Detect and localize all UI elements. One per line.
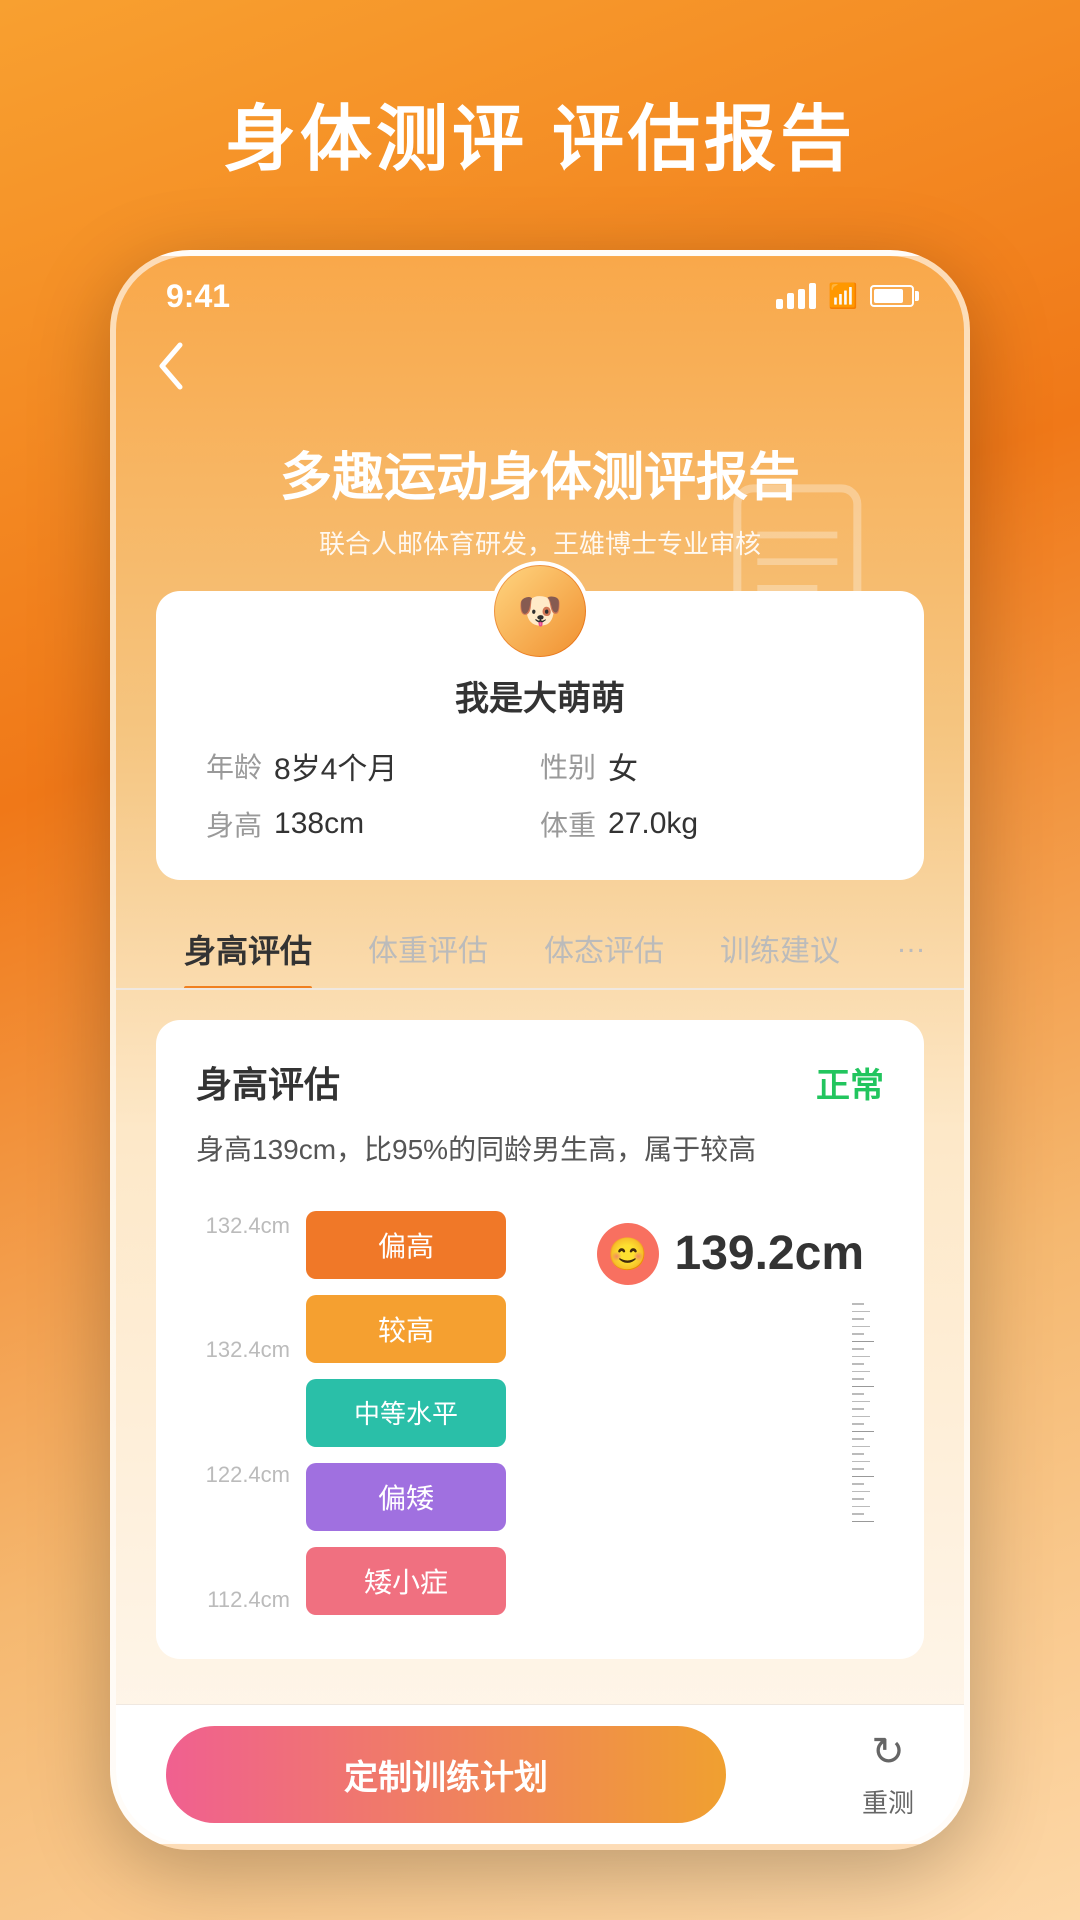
bar-row-5: 矮小症 (306, 1543, 848, 1619)
weight-value: 27.0kg (608, 807, 698, 841)
bar-row-4: 偏矮 (306, 1459, 848, 1535)
bar-zhongdeng: 中等水平 (306, 1379, 506, 1447)
bar-pianggao: 偏高 (306, 1211, 506, 1279)
user-info-grid: 年龄 8岁4个月 性别 女 身高 138cm 体重 27.0kg (206, 744, 874, 844)
tab-bar: 身高评估 体重评估 体态评估 训练建议 … (116, 880, 964, 990)
height-item: 身高 138cm (206, 804, 540, 844)
bar-aizhao: 矮小症 (306, 1547, 506, 1615)
eval-title: 身高评估 (196, 1056, 340, 1108)
tab-training[interactable]: 训练建议 (692, 910, 868, 988)
tab-weight[interactable]: 体重评估 (340, 910, 516, 988)
axis-label-3: 122.4cm (196, 1462, 306, 1488)
tab-more[interactable]: … (868, 910, 954, 988)
status-icons: 📶 (776, 282, 914, 311)
wifi-icon: 📶 (828, 282, 858, 311)
phone-mockup: 9:41 📶 多趣运动身体测评报告 联合人邮 (110, 250, 970, 1850)
back-button[interactable] (116, 326, 964, 415)
age-value: 8岁4个月 (274, 744, 397, 788)
status-time: 9:41 (166, 278, 230, 315)
avatar: 🐶 (490, 561, 590, 661)
reset-icon: ↻ (871, 1729, 905, 1775)
page-bg-title: 身体测评 评估报告 (0, 80, 1080, 185)
axis-label-4: 112.4cm (196, 1587, 306, 1613)
gender-item: 性别 女 (540, 744, 874, 788)
reset-button[interactable]: ↻ 重测 (862, 1729, 914, 1820)
eval-section: 身高评估 正常 身高139cm，比95%的同龄男生高，属于较高 132.4cm … (156, 1020, 924, 1659)
measured-height: 139.2cm (675, 1226, 865, 1281)
weight-item: 体重 27.0kg (540, 804, 874, 844)
bar-pianai: 偏矮 (306, 1463, 506, 1531)
customize-plan-button[interactable]: 定制训练计划 (166, 1726, 726, 1823)
user-card: 🐶 我是大萌萌 年龄 8岁4个月 性别 女 身高 138cm 体重 27.0kg (156, 591, 924, 880)
eval-desc: 身高139cm，比95%的同龄男生高，属于较高 (196, 1128, 884, 1173)
height-indicator: 😊 139.2cm (597, 1223, 865, 1285)
tab-posture[interactable]: 体态评估 (516, 910, 692, 988)
avatar-container: 🐶 (206, 561, 874, 661)
tab-height[interactable]: 身高评估 (156, 910, 340, 988)
gender-value: 女 (608, 744, 638, 788)
reset-label: 重测 (862, 1783, 914, 1820)
age-item: 年龄 8岁4个月 (206, 744, 540, 788)
axis-label-2: 132.4cm (196, 1337, 306, 1363)
age-label: 年龄 (206, 746, 262, 786)
status-bar: 9:41 📶 (116, 256, 964, 326)
height-label: 身高 (206, 804, 262, 844)
weight-label: 体重 (540, 804, 596, 844)
eval-header: 身高评估 正常 (196, 1056, 884, 1108)
smiley-icon: 😊 (597, 1223, 659, 1285)
user-name: 我是大萌萌 (206, 671, 874, 720)
height-value: 138cm (274, 807, 364, 841)
battery-icon (870, 285, 914, 307)
bottom-bar: 定制训练计划 ↻ 重测 (116, 1704, 964, 1844)
bar-row-2: 较高 (306, 1291, 848, 1367)
axis-label-1: 132.4cm (196, 1213, 306, 1239)
bar-jiaogao: 较高 (306, 1295, 506, 1363)
bar-row-3: 中等水平 (306, 1375, 848, 1451)
eval-status: 正常 (816, 1058, 884, 1107)
signal-icon (776, 283, 816, 309)
gender-label: 性别 (540, 746, 596, 786)
